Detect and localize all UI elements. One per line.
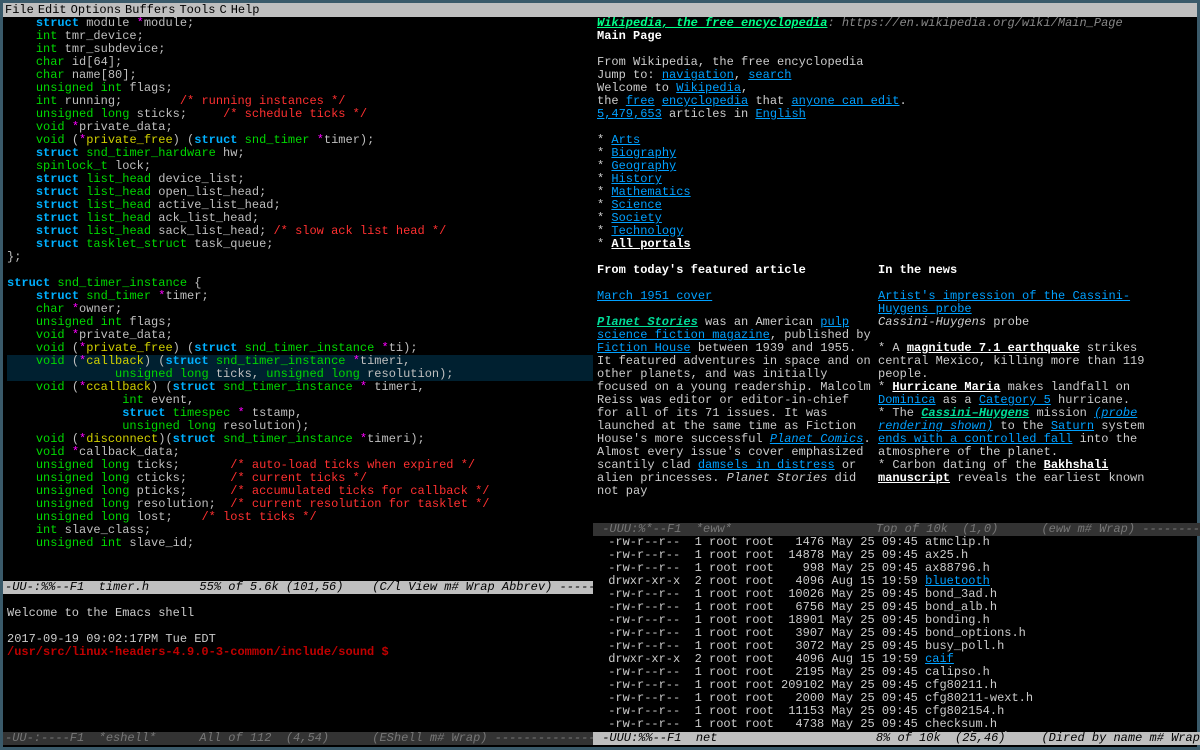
txt-ps3: between 1939 and 1955. It featured adven… bbox=[597, 341, 871, 446]
txt-n2d: hurricane. bbox=[1051, 393, 1130, 407]
link-artist-impression[interactable]: Artist's impression of the Cassini-Huyge… bbox=[878, 289, 1130, 316]
txt-n2c: as a bbox=[936, 393, 979, 407]
txt-ps2: , published by bbox=[770, 328, 871, 342]
caption-ch: Cassini-Huygens bbox=[878, 315, 986, 329]
txt-the: the bbox=[597, 94, 626, 108]
link-scifi-mag[interactable]: science fiction magazine bbox=[597, 328, 770, 342]
link-fiction-house[interactable]: Fiction House bbox=[597, 341, 691, 355]
link-portal-history[interactable]: History bbox=[611, 172, 661, 186]
link-article-count[interactable]: 5,479,653 bbox=[597, 107, 662, 121]
menu-item-tools[interactable]: Tools bbox=[179, 3, 215, 17]
link-planet-comics[interactable]: Planet Comics bbox=[770, 432, 864, 446]
featured-heading: From today's featured article bbox=[597, 264, 872, 277]
txt-n1a: A bbox=[892, 341, 906, 355]
modeline-eww: -UUU:%*--F1 *eww* Top of 10k (1,0) (eww … bbox=[593, 523, 1200, 536]
link-pulp[interactable]: pulp bbox=[820, 315, 849, 329]
eshell-welcome: Welcome to the Emacs shell bbox=[7, 606, 194, 620]
jump-to-label: Jump to: bbox=[597, 68, 662, 82]
modeline-eshell: -UU-:----F1 *eshell* All of 112 (4,54) (… bbox=[3, 732, 593, 745]
link-portal-arts[interactable]: Arts bbox=[611, 133, 640, 147]
dired-buffer[interactable]: -rw-r--r-- 1 root root 1476 May 25 09:45… bbox=[593, 536, 1200, 732]
minibuffer[interactable] bbox=[3, 745, 1197, 747]
caption-probe: probe bbox=[986, 315, 1029, 329]
txt-n4a: Carbon dating of the bbox=[892, 458, 1043, 472]
link-english[interactable]: English bbox=[755, 107, 805, 121]
menu-item-buffers[interactable]: Buffers bbox=[125, 3, 175, 17]
source-code-buffer[interactable]: struct module *module; int tmr_device; i… bbox=[3, 17, 593, 581]
page-h1: Main Page bbox=[597, 30, 1200, 43]
link-planet-stories[interactable]: Planet Stories bbox=[597, 315, 698, 329]
link-portal-geography[interactable]: Geography bbox=[611, 159, 676, 173]
link-navigation[interactable]: navigation bbox=[662, 68, 734, 82]
emacs-menubar: File Edit Options Buffers Tools C Help bbox=[3, 3, 1197, 17]
menu-item-options[interactable]: Options bbox=[71, 3, 121, 17]
news-heading: In the news bbox=[878, 264, 1178, 277]
link-earthquake[interactable]: magnitude 7.1 earthquake bbox=[907, 341, 1080, 355]
link-hurricane-maria[interactable]: Hurricane Maria bbox=[892, 380, 1000, 394]
link-portal-mathematics[interactable]: Mathematics bbox=[611, 185, 690, 199]
eww-web-buffer[interactable]: Wikipedia, the free encyclopedia: https:… bbox=[593, 17, 1200, 523]
link-free[interactable]: free bbox=[626, 94, 655, 108]
code-line: unsigned int slave_id; bbox=[7, 537, 593, 550]
link-portal-biography[interactable]: Biography bbox=[611, 146, 676, 160]
txt-ps1: was an American bbox=[698, 315, 820, 329]
menu-item-file[interactable]: File bbox=[5, 3, 34, 17]
txt-articles-in: articles in bbox=[662, 107, 756, 121]
link-damsels[interactable]: damsels in distress bbox=[698, 458, 835, 472]
modeline-timer-h: -UU-:%%--F1 timer.h 55% of 5.6k (101,56)… bbox=[3, 581, 593, 594]
txt-n3a: The bbox=[892, 406, 921, 420]
txt-that: that bbox=[748, 94, 791, 108]
eshell-timestamp: 2017-09-19 09:02:17PM Tue EDT bbox=[7, 632, 216, 646]
link-controlled-fall[interactable]: ends with a controlled fall bbox=[878, 432, 1072, 446]
link-portal-society[interactable]: Society bbox=[611, 211, 661, 225]
eww-url: : https://en.wikipedia.org/wiki/Main_Pag… bbox=[827, 17, 1129, 30]
link-march-cover[interactable]: March 1951 cover bbox=[597, 289, 712, 303]
modeline-dired: -UUU:%%--F1 net 8% of 10k (25,46) (Dired… bbox=[593, 732, 1200, 745]
txt-n3d: system bbox=[1094, 419, 1144, 433]
dir-link[interactable]: bluetooth bbox=[925, 574, 990, 588]
welcome-label: Welcome to bbox=[597, 81, 676, 95]
eshell-prompt[interactable]: /usr/src/linux-headers-4.9.0-3-common/in… bbox=[7, 645, 396, 659]
txt-n3b: mission bbox=[1029, 406, 1094, 420]
txt-n2b: makes landfall on bbox=[1000, 380, 1130, 394]
link-dominica[interactable]: Dominica bbox=[878, 393, 936, 407]
link-encyclopedia[interactable]: encyclopedia bbox=[662, 94, 748, 108]
link-portal-science[interactable]: Science bbox=[611, 198, 661, 212]
link-all-portals[interactable]: All portals bbox=[611, 237, 690, 251]
link-anyone-edit[interactable]: anyone can edit bbox=[791, 94, 899, 108]
menu-item-edit[interactable]: Edit bbox=[38, 3, 67, 17]
eshell-buffer[interactable]: Welcome to the Emacs shell 2017-09-19 09… bbox=[3, 594, 593, 732]
link-wikipedia[interactable]: Wikipedia bbox=[676, 81, 741, 95]
menu-item-help[interactable]: Help bbox=[231, 3, 260, 17]
code-line: }; bbox=[7, 251, 593, 264]
link-portal-technology[interactable]: Technology bbox=[611, 224, 683, 238]
menu-item-c[interactable]: C bbox=[219, 3, 226, 17]
dir-link[interactable]: caif bbox=[925, 652, 954, 666]
txt-ps-italic: Planet Stories bbox=[727, 471, 828, 485]
txt-n3c: to the bbox=[993, 419, 1051, 433]
link-cassini[interactable]: Cassini–Huygens bbox=[921, 406, 1029, 420]
link-search[interactable]: search bbox=[748, 68, 791, 82]
txt-n4b: reveals the earliest known bbox=[950, 471, 1144, 485]
link-cat5[interactable]: Category 5 bbox=[979, 393, 1051, 407]
code-line: struct tasklet_struct task_queue; bbox=[7, 238, 593, 251]
link-saturn[interactable]: Saturn bbox=[1051, 419, 1094, 433]
